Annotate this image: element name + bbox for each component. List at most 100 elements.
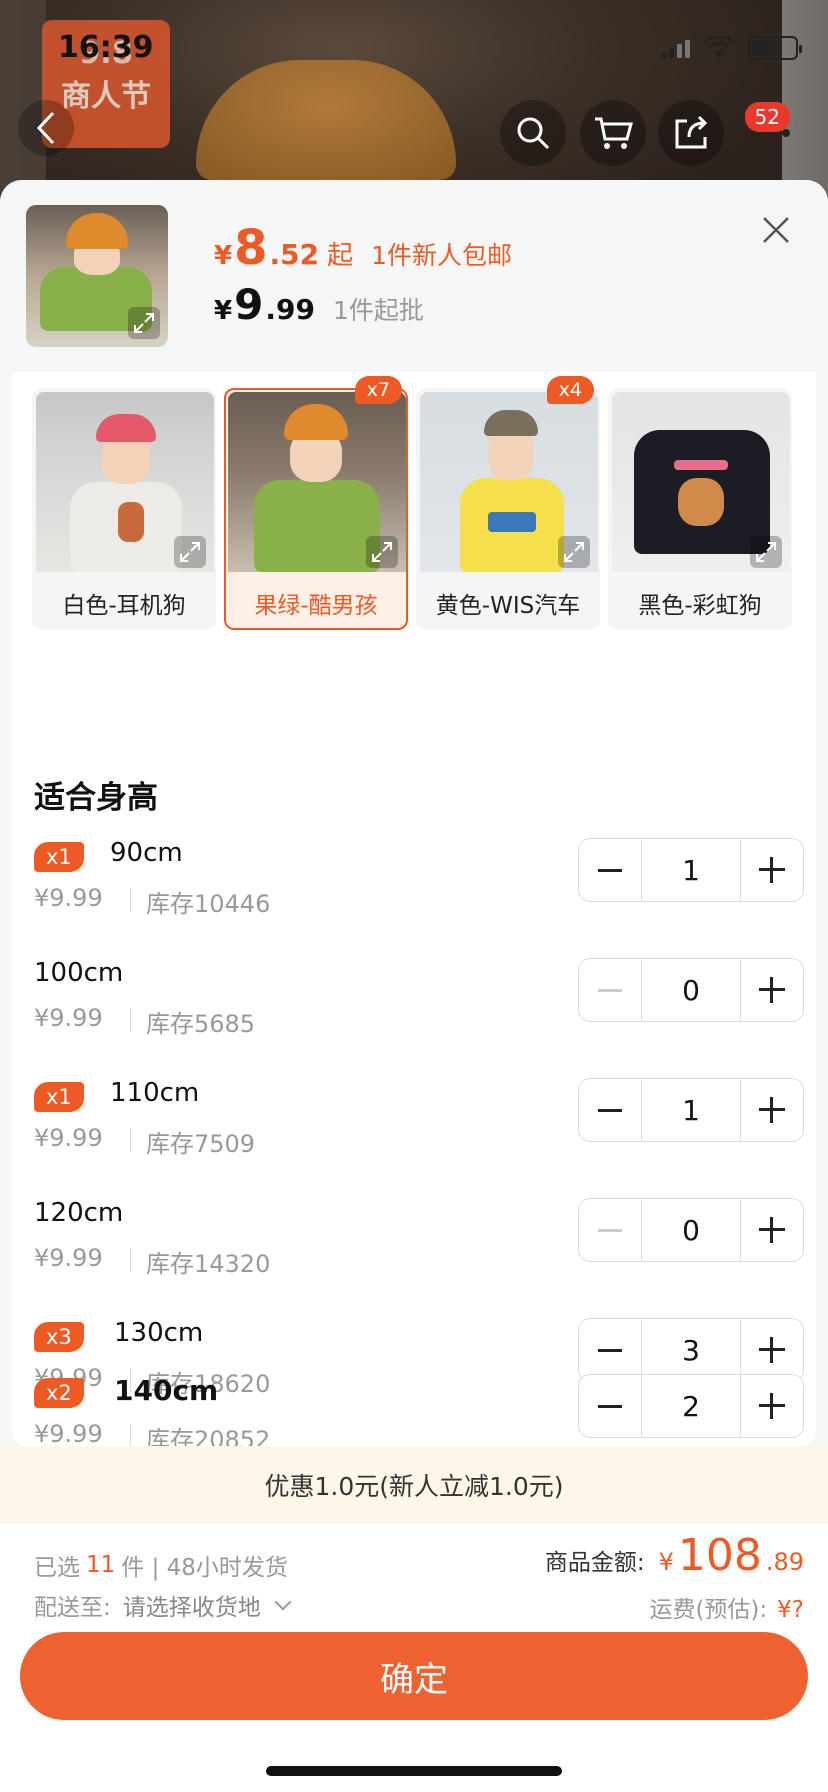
quantity-value[interactable]: 1 bbox=[641, 839, 741, 901]
selected-count: 11 bbox=[86, 1552, 116, 1578]
decrement-button[interactable] bbox=[579, 1079, 641, 1141]
size-divider bbox=[130, 1248, 131, 1272]
size-name: 110cm bbox=[110, 1078, 200, 1108]
decrement-button[interactable] bbox=[579, 959, 641, 1021]
selected-suffix: 件 | 48小时发货 bbox=[121, 1555, 288, 1581]
product-photo-hat bbox=[196, 60, 456, 180]
promo-text: 1件新人包邮 bbox=[371, 241, 513, 270]
quantity-stepper: 3 bbox=[578, 1318, 804, 1382]
variant-label: 果绿-酷男孩 bbox=[254, 593, 378, 619]
promo-price-suffix: 起 bbox=[327, 241, 354, 271]
variant-count-badge: x7 bbox=[354, 376, 402, 404]
increment-button[interactable] bbox=[741, 1079, 803, 1141]
size-price: ¥9.99 bbox=[34, 1244, 103, 1272]
amount-label: 商品金额: bbox=[544, 1550, 645, 1576]
size-stock: 库存5685 bbox=[146, 1010, 256, 1038]
product-thumbnail[interactable] bbox=[26, 205, 168, 347]
size-divider bbox=[130, 1008, 131, 1032]
decrement-button[interactable] bbox=[579, 1199, 641, 1261]
increment-button[interactable] bbox=[741, 959, 803, 1021]
expand-icon[interactable] bbox=[366, 536, 398, 568]
ship-address[interactable]: 请选择收货地 bbox=[123, 1588, 261, 1622]
quantity-value[interactable]: 0 bbox=[641, 959, 741, 1021]
variant-count-badge: x4 bbox=[546, 376, 594, 404]
quantity-value[interactable]: 2 bbox=[641, 1375, 741, 1437]
amount-decimal: .89 bbox=[765, 1548, 804, 1576]
sheet-header: ¥ 8 .52 起 1件新人包邮 ¥ 9 .99 1件起批 bbox=[0, 180, 828, 372]
size-name: 140cm bbox=[114, 1374, 219, 1407]
battery-icon bbox=[748, 36, 802, 60]
expand-icon[interactable] bbox=[558, 536, 590, 568]
quantity-stepper: 1 bbox=[578, 1078, 804, 1142]
decrement-button[interactable] bbox=[579, 839, 641, 901]
size-divider bbox=[130, 1128, 131, 1152]
confirm-button[interactable]: 确定 bbox=[20, 1632, 808, 1720]
status-icons bbox=[661, 36, 802, 60]
fee-value: ¥? bbox=[777, 1597, 804, 1623]
selected-prefix: 已选 bbox=[34, 1555, 80, 1581]
size-row-110cm: x1 110cm ¥9.99 库存7509 1 bbox=[34, 1078, 804, 1198]
search-button[interactable] bbox=[500, 100, 566, 166]
close-button[interactable] bbox=[758, 212, 794, 248]
base-price-currency: ¥ bbox=[214, 296, 233, 326]
variant-option-white-dog[interactable]: 白色-耳机狗 bbox=[32, 388, 216, 630]
increment-button[interactable] bbox=[741, 1199, 803, 1261]
variant-option-yellow-car[interactable]: 黄色-WIS汽车 x4 bbox=[416, 376, 600, 630]
increment-button[interactable] bbox=[741, 839, 803, 901]
size-price: ¥9.99 bbox=[34, 1124, 103, 1152]
height-section-title: 适合身高 bbox=[34, 780, 158, 816]
quantity-value[interactable]: 3 bbox=[641, 1319, 741, 1381]
shipping-destination[interactable]: 配送至: 请选择收货地 bbox=[34, 1588, 292, 1622]
size-row-100cm: 100cm ¥9.99 库存5685 0 bbox=[34, 958, 804, 1078]
minus-icon bbox=[598, 1108, 622, 1112]
chevron-down-icon bbox=[274, 1593, 292, 1611]
increment-button[interactable] bbox=[741, 1375, 803, 1437]
size-stock: 库存10446 bbox=[146, 890, 271, 918]
share-icon bbox=[675, 115, 708, 149]
quantity-value[interactable]: 1 bbox=[641, 1079, 741, 1141]
share-button[interactable] bbox=[658, 100, 724, 166]
quantity-stepper: 1 bbox=[578, 838, 804, 902]
search-icon bbox=[517, 117, 550, 150]
quantity-value[interactable]: 0 bbox=[641, 1199, 741, 1261]
size-row-120cm: 120cm ¥9.99 库存14320 0 bbox=[34, 1198, 804, 1318]
increment-button[interactable] bbox=[741, 1319, 803, 1381]
options-card: 白色-耳机狗 果绿-酷男孩 x7 黄色-WIS汽车 x4 黑色-彩虹狗 适合身高… bbox=[12, 372, 816, 1446]
size-stock: 库存7509 bbox=[146, 1130, 256, 1158]
size-name: 100cm bbox=[34, 958, 124, 988]
sku-selection-sheet: ¥ 8 .52 起 1件新人包邮 ¥ 9 .99 1件起批 白色-耳机狗 果绿-… bbox=[0, 180, 828, 1792]
selected-summary: 已选 11 件 | 48小时发货 bbox=[34, 1548, 288, 1582]
size-qty-tag: x1 bbox=[34, 1082, 84, 1112]
size-divider bbox=[130, 1424, 131, 1448]
expand-icon[interactable] bbox=[750, 536, 782, 568]
variant-label: 白色-耳机狗 bbox=[62, 593, 186, 619]
home-indicator[interactable] bbox=[266, 1766, 562, 1776]
minus-icon bbox=[598, 868, 622, 872]
minus-icon bbox=[598, 1404, 622, 1408]
ship-label: 配送至: bbox=[34, 1595, 111, 1621]
quantity-stepper: 0 bbox=[578, 1198, 804, 1262]
shipping-fee: 运费(预估): ¥? bbox=[649, 1590, 804, 1624]
size-row-90cm: x1 90cm ¥9.99 库存10446 1 bbox=[34, 838, 804, 958]
color-variant-list: 白色-耳机狗 果绿-酷男孩 x7 黄色-WIS汽车 x4 黑色-彩虹狗 bbox=[32, 376, 792, 630]
goods-amount: 商品金额: ¥ 108 .89 bbox=[545, 1530, 804, 1581]
decrement-button[interactable] bbox=[579, 1375, 641, 1437]
variant-option-green-boy[interactable]: 果绿-酷男孩 x7 bbox=[224, 376, 408, 630]
plus-icon bbox=[759, 1393, 785, 1419]
back-button[interactable] bbox=[18, 100, 74, 156]
decrement-button[interactable] bbox=[579, 1319, 641, 1381]
cart-button[interactable] bbox=[580, 100, 646, 166]
size-price: ¥9.99 bbox=[34, 1004, 103, 1032]
expand-icon[interactable] bbox=[128, 307, 160, 339]
size-name: 130cm bbox=[114, 1318, 204, 1348]
expand-icon[interactable] bbox=[174, 536, 206, 568]
size-qty-tag: x1 bbox=[34, 842, 84, 872]
variant-label: 黄色-WIS汽车 bbox=[435, 593, 581, 619]
status-time: 16:39 bbox=[58, 30, 154, 65]
base-price-integer: 9 bbox=[234, 280, 264, 329]
variant-option-black-dog[interactable]: 黑色-彩虹狗 bbox=[608, 388, 792, 630]
plus-icon bbox=[759, 1337, 785, 1363]
size-stock: 库存14320 bbox=[146, 1250, 271, 1278]
wifi-icon bbox=[704, 37, 734, 57]
amount-integer: 108 bbox=[677, 1530, 762, 1581]
